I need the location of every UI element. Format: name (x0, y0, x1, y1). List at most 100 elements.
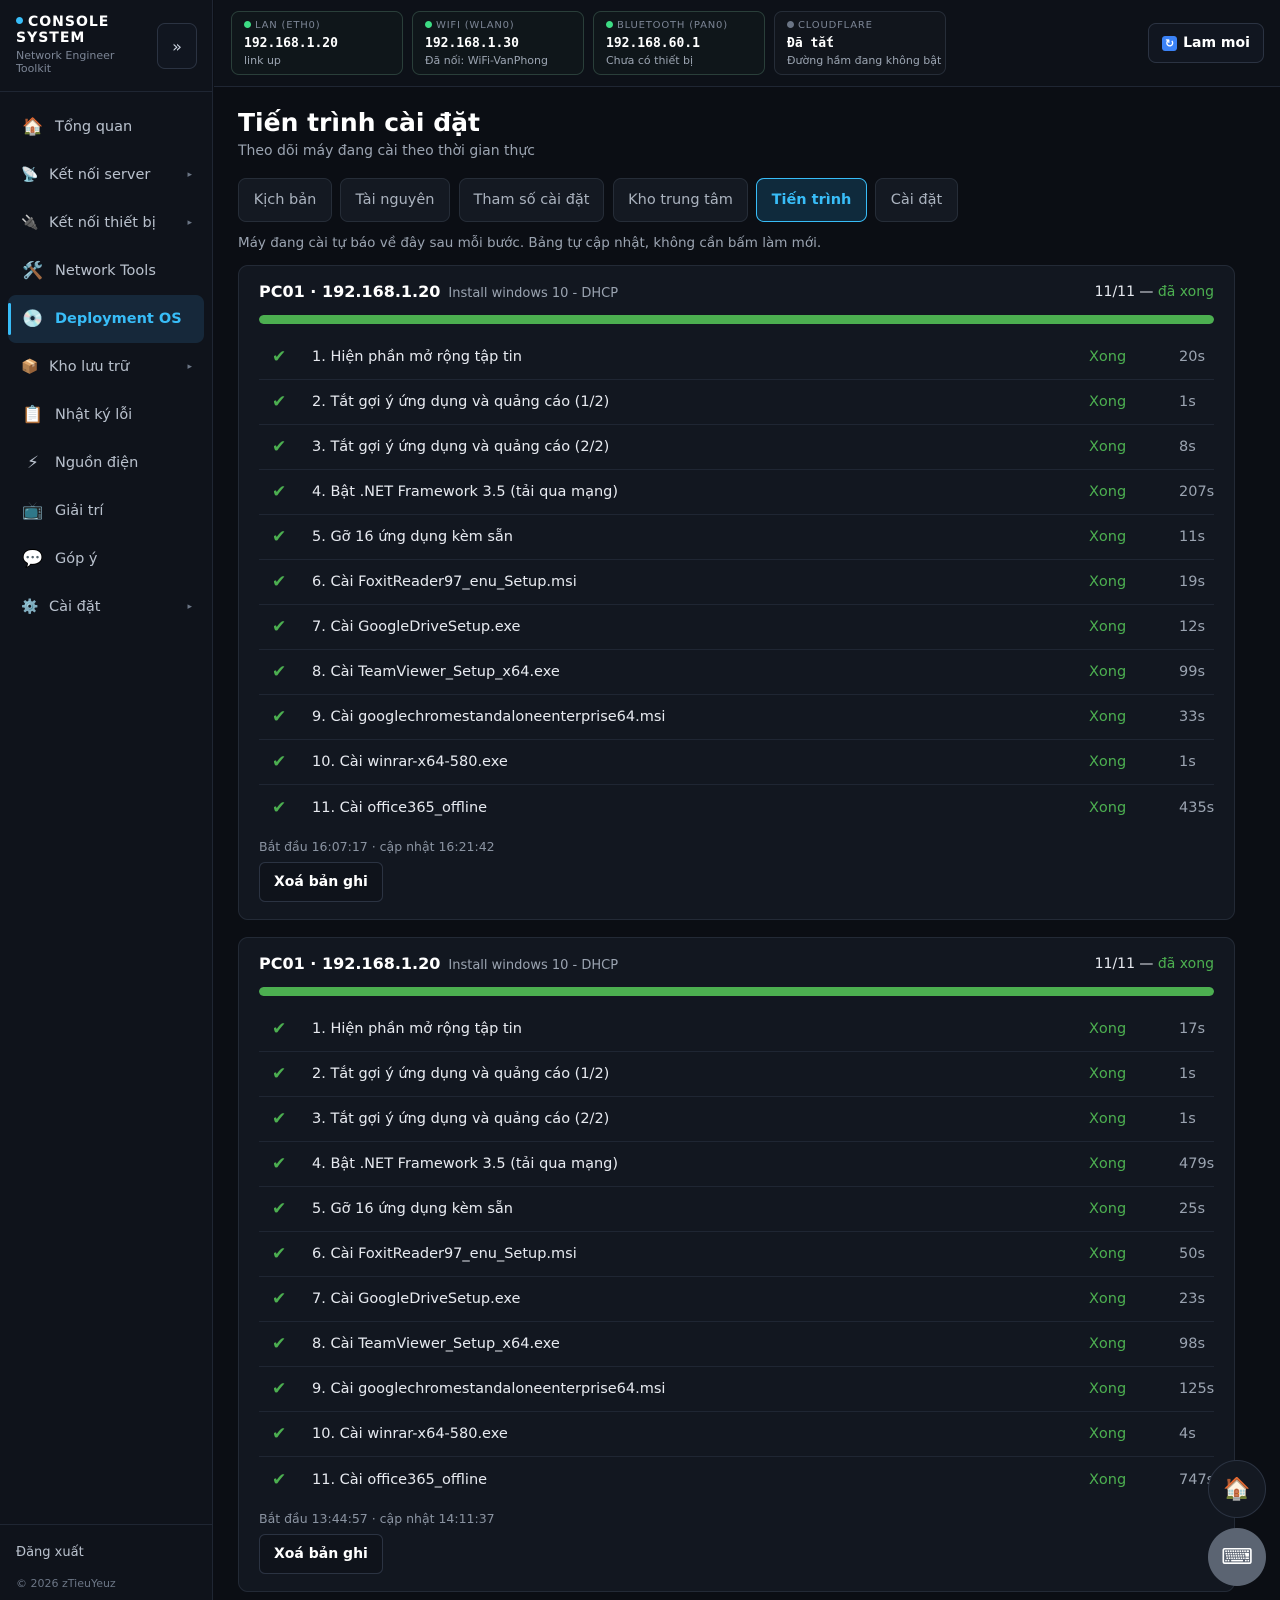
check-icon: ✔ (272, 1154, 287, 1174)
check-icon: ✔ (272, 662, 287, 682)
logout-link[interactable]: Đăng xuất (16, 1545, 84, 1560)
progress-bar (259, 987, 1214, 996)
job-state: đã xong (1157, 284, 1214, 300)
page-hint: Máy đang cài tự báo về đây sau mỗi bước.… (238, 235, 822, 251)
step-status: Xong (1089, 529, 1127, 545)
sidebar-item-label: Giải trí (55, 503, 104, 519)
step-status: Xong (1089, 1066, 1127, 1082)
clear-record-button[interactable]: Xoá bản ghi (259, 1534, 383, 1574)
step-duration: 12s (1179, 619, 1206, 635)
step-status: Xong (1089, 1471, 1127, 1488)
chevron-right-icon: ▸ (187, 602, 192, 612)
sidebar-item-nhat-ky-loi[interactable]: 📋 Nhật ký lỗi (8, 391, 204, 439)
network-label-text: BLUETOOTH (PAN0) (617, 20, 728, 31)
sidebar-item-label: Tổng quan (55, 119, 133, 135)
chevron-right-icon: ▸ (187, 362, 192, 372)
refresh-icon: ↻ (1162, 35, 1178, 51)
job-host-name: PC01 · 192.168.1.20 (259, 282, 441, 301)
step-status: Xong (1089, 1156, 1127, 1172)
home-fab-button[interactable]: 🏠 (1208, 1460, 1266, 1518)
sidebar-item-deployment-os[interactable]: 💿 Deployment OS (8, 295, 204, 343)
network-card-label: BLUETOOTH (PAN0) (606, 20, 752, 32)
job-card-header: PC01 · 192.168.1.20 Install windows 10 - … (259, 938, 1214, 987)
check-icon: ✔ (272, 752, 287, 772)
network-card[interactable]: CLOUDFLARE Đã tắt Đường hầm đang không bật (774, 11, 946, 75)
step-status: Xong (1089, 1246, 1127, 1262)
sidebar-item-ket-noi-server[interactable]: 📡 Kết nối server ▸ (8, 151, 204, 199)
step-name: 7. Cài GoogleDriveSetup.exe (312, 1291, 521, 1307)
sidebar: CONSOLE SYSTEM Network Engineer Toolkit … (0, 0, 213, 1600)
clear-record-button[interactable]: Xoá bản ghi (259, 862, 383, 902)
tab-tai-nguyen[interactable]: Tài nguyên (340, 178, 450, 222)
network-card-value: 192.168.1.30 (425, 36, 519, 51)
home-icon: 🏠 (22, 117, 44, 137)
tab-tham-so-cai-dat[interactable]: Tham số cài đặt (459, 178, 604, 222)
network-status-bar: LAN (ETH0) 192.168.1.20 link up WIFI (WLAN0… (214, 0, 1280, 87)
network-card[interactable]: BLUETOOTH (PAN0) 192.168.60.1 Chưa có thiế… (593, 11, 765, 75)
step-name: 6. Cài FoxitReader97_enu_Setup.msi (312, 574, 577, 590)
keyboard-fab-button[interactable]: ⌨ (1208, 1528, 1266, 1586)
sidebar-item-tong-quan[interactable]: 🏠 Tổng quan (8, 103, 204, 151)
step-row: ✔ 9. Cài googlechromestandaloneenterprise… (259, 1367, 1214, 1412)
job-card: PC01 · 192.168.1.20 Install windows 10 - … (238, 265, 1235, 920)
keyboard-icon: ⌨ (1221, 1544, 1253, 1570)
sidebar-item-giai-tri[interactable]: 📺 Giải trí (8, 487, 204, 535)
job-timestamps: Bắt đầu 13:44:57 · cập nhật 14:11:37 (259, 1511, 495, 1526)
network-card[interactable]: LAN (ETH0) 192.168.1.20 link up (231, 11, 403, 75)
status-dot-icon (244, 20, 251, 28)
sidebar-nav: 🏠 Tổng quan 📡 Kết nối server ▸ 🔌 Kết nối thiết… (0, 92, 212, 631)
sidebar-item-network-tools[interactable]: 🛠️ Network Tools (8, 247, 204, 295)
step-duration: 1s (1179, 754, 1196, 770)
step-name: 11. Cài office365_offline (312, 1471, 488, 1488)
job-progress-text: 11/11 — đã xong (1095, 284, 1214, 300)
step-row: ✔ 3. Tắt gợi ý ứng dụng và quảng cáo (2/2… (259, 425, 1214, 470)
step-name: 3. Tắt gợi ý ứng dụng và quảng cáo (2/2) (312, 1111, 610, 1127)
sidebar-item-kho-luu-tru[interactable]: 📦 Kho lưu trữ ▸ (8, 343, 204, 391)
refresh-button[interactable]: ↻ Lam moi (1148, 23, 1264, 63)
plug-icon: 🔌 (21, 215, 39, 231)
collapse-sidebar-button[interactable]: » (157, 23, 197, 69)
progress-bar-fill (259, 987, 1214, 996)
sidebar-item-ket-noi-thiet-bi[interactable]: 🔌 Kết nối thiết bị ▸ (8, 199, 204, 247)
clipboard-icon: 📋 (22, 405, 44, 425)
step-name: 10. Cài winrar-x64-580.exe (312, 754, 508, 770)
step-status: Xong (1089, 709, 1127, 725)
job-card-header: PC01 · 192.168.1.20 Install windows 10 - … (259, 266, 1214, 315)
network-card[interactable]: WIFI (WLAN0) 192.168.1.30 Đã nối: WiFi-Van… (412, 11, 584, 75)
network-card-value: 192.168.1.20 (244, 36, 338, 51)
step-row: ✔ 9. Cài googlechromestandaloneenterprise… (259, 695, 1214, 740)
check-icon: ✔ (272, 1334, 287, 1354)
step-duration: 1s (1179, 1111, 1196, 1127)
tab-kho-trung-tam[interactable]: Kho trung tâm (613, 178, 748, 222)
check-icon: ✔ (272, 392, 287, 412)
step-name: 5. Gỡ 16 ứng dụng kèm sẵn (312, 1201, 513, 1217)
step-duration: 33s (1179, 709, 1206, 725)
network-card-detail: link up (244, 54, 281, 67)
home-icon: 🏠 (1223, 1476, 1251, 1502)
job-host: PC01 · 192.168.1.20 Install windows 10 - … (259, 954, 618, 973)
step-status: Xong (1089, 1291, 1127, 1307)
sidebar-item-cai-dat[interactable]: ⚙️ Cài đặt ▸ (8, 583, 204, 631)
step-duration: 20s (1179, 349, 1206, 365)
check-icon: ✔ (272, 1109, 287, 1129)
tab-kich-ban[interactable]: Kịch bản (238, 178, 332, 222)
network-card-label: CLOUDFLARE (787, 20, 933, 32)
check-icon: ✔ (272, 1064, 287, 1084)
step-row: ✔ 10. Cài winrar-x64-580.exe Xong 4s (259, 1412, 1214, 1457)
job-script-name: Install windows 10 - DHCP (448, 958, 619, 973)
job-progress-count: 11/11 — (1094, 284, 1154, 300)
tab-cai-dat[interactable]: Cài đặt (875, 178, 958, 222)
check-icon: ✔ (272, 572, 287, 592)
brand-subtitle: Network Engineer Toolkit (16, 49, 115, 75)
step-name: 6. Cài FoxitReader97_enu_Setup.msi (312, 1246, 577, 1262)
tab-tien-trinh[interactable]: Tiến trình (756, 178, 867, 222)
check-icon: ✔ (272, 1469, 287, 1490)
main-content: Tiến trình cài đặt Theo dõi máy đang cài… (238, 108, 1256, 1592)
lightning-icon: ⚡ (27, 453, 39, 473)
step-name: 1. Hiện phần mở rộng tập tin (312, 349, 522, 365)
sidebar-item-nguon-dien[interactable]: ⚡ Nguồn điện (8, 439, 204, 487)
brand: CONSOLE SYSTEM Network Engineer Toolkit … (0, 0, 212, 92)
job-script-name: Install windows 10 - DHCP (448, 286, 619, 301)
step-row: ✔ 11. Cài office365_offline Xong 435s (259, 785, 1214, 830)
sidebar-item-gop-y[interactable]: 💬 Góp ý (8, 535, 204, 583)
